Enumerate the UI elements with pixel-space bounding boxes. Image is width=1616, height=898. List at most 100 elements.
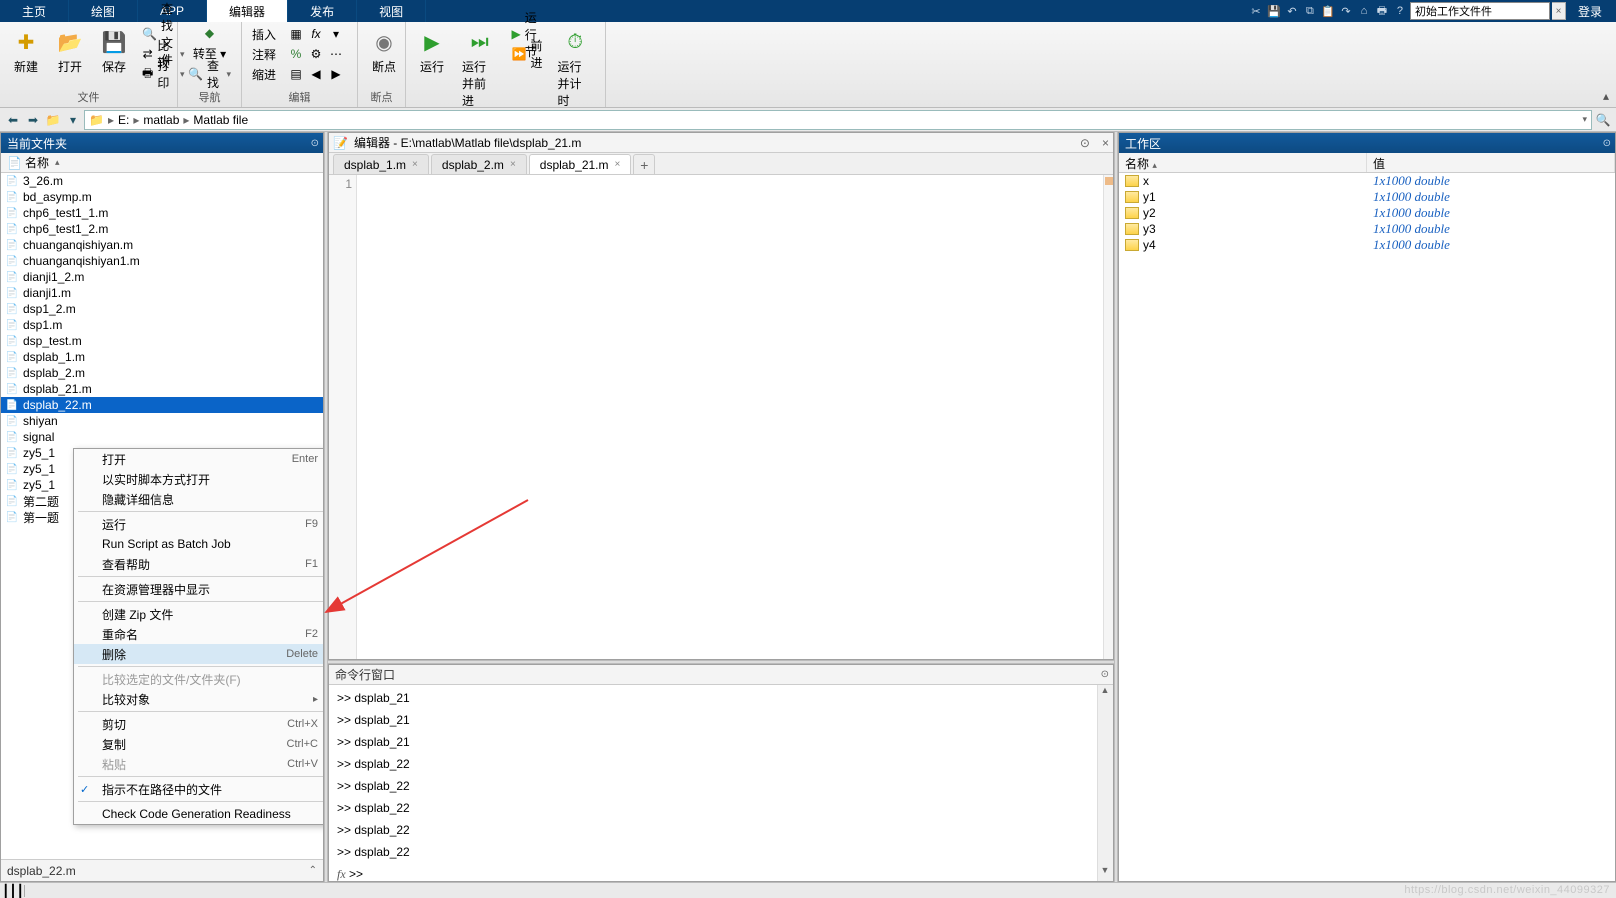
paste-icon[interactable]: 📋: [1320, 3, 1336, 19]
file-item[interactable]: 📄chuanganqishiyan1.m: [1, 253, 323, 269]
editor-add-tab[interactable]: +: [633, 154, 655, 174]
file-item[interactable]: 📄dsplab_2.m: [1, 365, 323, 381]
file-item[interactable]: 📄chuanganqishiyan.m: [1, 237, 323, 253]
ctx-item[interactable]: 以实时脚本方式打开: [74, 469, 323, 489]
path-seg-1[interactable]: matlab: [143, 113, 179, 127]
ctx-item[interactable]: Check Code Generation Readiness: [74, 804, 323, 824]
file-item[interactable]: 📄chp6_test1_1.m: [1, 205, 323, 221]
editor-tab-1[interactable]: dsplab_1.m×: [333, 154, 429, 174]
file-item[interactable]: 📄dsplab_21.m: [1, 381, 323, 397]
command-window-body[interactable]: ▲ ▼ >> dsplab_21>> dsplab_21>> dsplab_21…: [329, 685, 1113, 881]
cmd-prompt[interactable]: fx >>: [337, 863, 1105, 881]
indent-icons[interactable]: ▤◀▶: [284, 64, 348, 84]
ctx-item[interactable]: 查看帮助F1: [74, 554, 323, 574]
ws-row[interactable]: y41x1000 double: [1119, 237, 1615, 253]
panel-menu-icon[interactable]: ⊙: [1101, 669, 1109, 680]
ctx-item[interactable]: ✓指示不在路径中的文件: [74, 779, 323, 799]
nav-back-icon[interactable]: ⬅: [4, 111, 22, 129]
file-item[interactable]: 📄signal: [1, 429, 323, 445]
comment-icons[interactable]: %⚙⋯: [284, 44, 348, 64]
file-item[interactable]: 📄dsp1.m: [1, 317, 323, 333]
close-icon[interactable]: ×: [510, 159, 516, 170]
preview-expand-icon[interactable]: ⌃: [309, 865, 317, 876]
tab-view[interactable]: 视图: [357, 0, 426, 22]
ctx-item[interactable]: 运行F9: [74, 514, 323, 534]
file-item[interactable]: 📄chp6_test1_2.m: [1, 221, 323, 237]
nav-history-icon[interactable]: ▾: [64, 111, 82, 129]
save-button[interactable]: 💾保存: [94, 24, 134, 79]
ws-row[interactable]: x1x1000 double: [1119, 173, 1615, 189]
ws-row[interactable]: y21x1000 double: [1119, 205, 1615, 221]
panel-menu-icon[interactable]: ⊙: [1603, 138, 1611, 149]
nav-up-icon[interactable]: 📁: [44, 111, 62, 129]
ctx-item[interactable]: Run Script as Batch Job: [74, 534, 323, 554]
tab-publish[interactable]: 发布: [288, 0, 357, 22]
file-item[interactable]: 📄bd_asymp.m: [1, 189, 323, 205]
scroll-down-icon[interactable]: ▼: [1097, 865, 1113, 881]
editor-close-icon[interactable]: ×: [1102, 136, 1109, 150]
open-button[interactable]: 📂打开: [50, 24, 90, 79]
cut-icon[interactable]: ✂: [1248, 3, 1264, 19]
workspace-header[interactable]: 名称 ▴ 值: [1119, 153, 1615, 173]
scroll-up-icon[interactable]: ▲: [1097, 685, 1113, 701]
file-item[interactable]: 📄dsplab_1.m: [1, 349, 323, 365]
editor-tab-3[interactable]: dsplab_21.m×: [529, 154, 632, 174]
find-button[interactable]: 🔍查找 ▾: [184, 64, 235, 84]
file-item[interactable]: 📄dianji1.m: [1, 285, 323, 301]
ctx-item[interactable]: 剪切Ctrl+X: [74, 714, 323, 734]
file-item[interactable]: 📄dsplab_22.m: [1, 397, 323, 413]
copy-icon[interactable]: ⧉: [1302, 3, 1318, 19]
insert-button[interactable]: 插入: [248, 24, 280, 44]
file-item[interactable]: 📄dsp_test.m: [1, 333, 323, 349]
ctx-item[interactable]: 删除Delete: [74, 644, 323, 664]
file-item[interactable]: 📄dsp1_2.m: [1, 301, 323, 317]
nav-forward-icon[interactable]: ➡: [24, 111, 42, 129]
run-button[interactable]: ▶运行: [412, 24, 452, 79]
breakpoint-button[interactable]: ◉断点: [364, 24, 404, 79]
close-icon[interactable]: ×: [615, 159, 621, 170]
tab-editor[interactable]: 编辑器: [207, 0, 288, 22]
doc-search-input[interactable]: [1410, 2, 1550, 20]
path-seg-2[interactable]: Matlab file: [193, 113, 248, 127]
ctx-item[interactable]: 重命名F2: [74, 624, 323, 644]
path-search-icon[interactable]: 🔍: [1594, 111, 1612, 129]
ctx-item[interactable]: 打开Enter: [74, 449, 323, 469]
ctx-item[interactable]: 创建 Zip 文件: [74, 604, 323, 624]
file-item[interactable]: 📄dianji1_2.m: [1, 269, 323, 285]
ws-col-value[interactable]: 值: [1367, 153, 1615, 172]
help-icon[interactable]: ?: [1392, 3, 1408, 19]
save-qa-icon[interactable]: 💾: [1266, 3, 1282, 19]
ws-row[interactable]: y31x1000 double: [1119, 221, 1615, 237]
path-drive[interactable]: E:: [118, 113, 129, 127]
code-warning-icon[interactable]: [1105, 177, 1113, 185]
print-qa-icon[interactable]: 🖶: [1374, 3, 1390, 19]
editor-body[interactable]: 1: [329, 175, 1113, 659]
panel-menu-icon[interactable]: ⊙: [311, 138, 319, 149]
tab-plot[interactable]: 绘图: [69, 0, 138, 22]
home-qa-icon[interactable]: ⌂: [1356, 3, 1372, 19]
comment-button[interactable]: 注释: [248, 44, 280, 64]
path-input[interactable]: 📁 ▸ E: ▸ matlab ▸ Matlab file ▾: [84, 110, 1592, 130]
run-time-button[interactable]: ⏱运行并计时: [552, 24, 599, 113]
editor-tab-2[interactable]: dsplab_2.m×: [431, 154, 527, 174]
ctx-item[interactable]: 复制Ctrl+C: [74, 734, 323, 754]
ctx-item[interactable]: 在资源管理器中显示: [74, 579, 323, 599]
search-clear-icon[interactable]: ×: [1552, 2, 1566, 20]
workspace-body[interactable]: x1x1000 doubley11x1000 doubley21x1000 do…: [1119, 173, 1615, 881]
login-button[interactable]: 登录: [1568, 3, 1612, 20]
ribbon-collapse-icon[interactable]: ▴: [1596, 22, 1616, 107]
ctx-item[interactable]: 比较对象▸: [74, 689, 323, 709]
ws-row[interactable]: y11x1000 double: [1119, 189, 1615, 205]
indent-button[interactable]: 缩进: [248, 64, 280, 84]
new-button[interactable]: ✚新建: [6, 24, 46, 79]
file-list[interactable]: 📄3_26.m📄bd_asymp.m📄chp6_test1_1.m📄chp6_t…: [1, 173, 323, 859]
advance-button[interactable]: ⏩前进: [507, 44, 547, 64]
editor-menu-icon[interactable]: ⊙: [1080, 136, 1090, 150]
close-icon[interactable]: ×: [412, 159, 418, 170]
editor-text-area[interactable]: [357, 175, 1103, 659]
ctx-item[interactable]: 隐藏详细信息: [74, 489, 323, 509]
undo-icon[interactable]: ↶: [1284, 3, 1300, 19]
file-list-header[interactable]: 📄 名称▴: [1, 153, 323, 173]
file-item[interactable]: 📄3_26.m: [1, 173, 323, 189]
insert-section-icon[interactable]: ▦fx▾: [284, 24, 348, 44]
